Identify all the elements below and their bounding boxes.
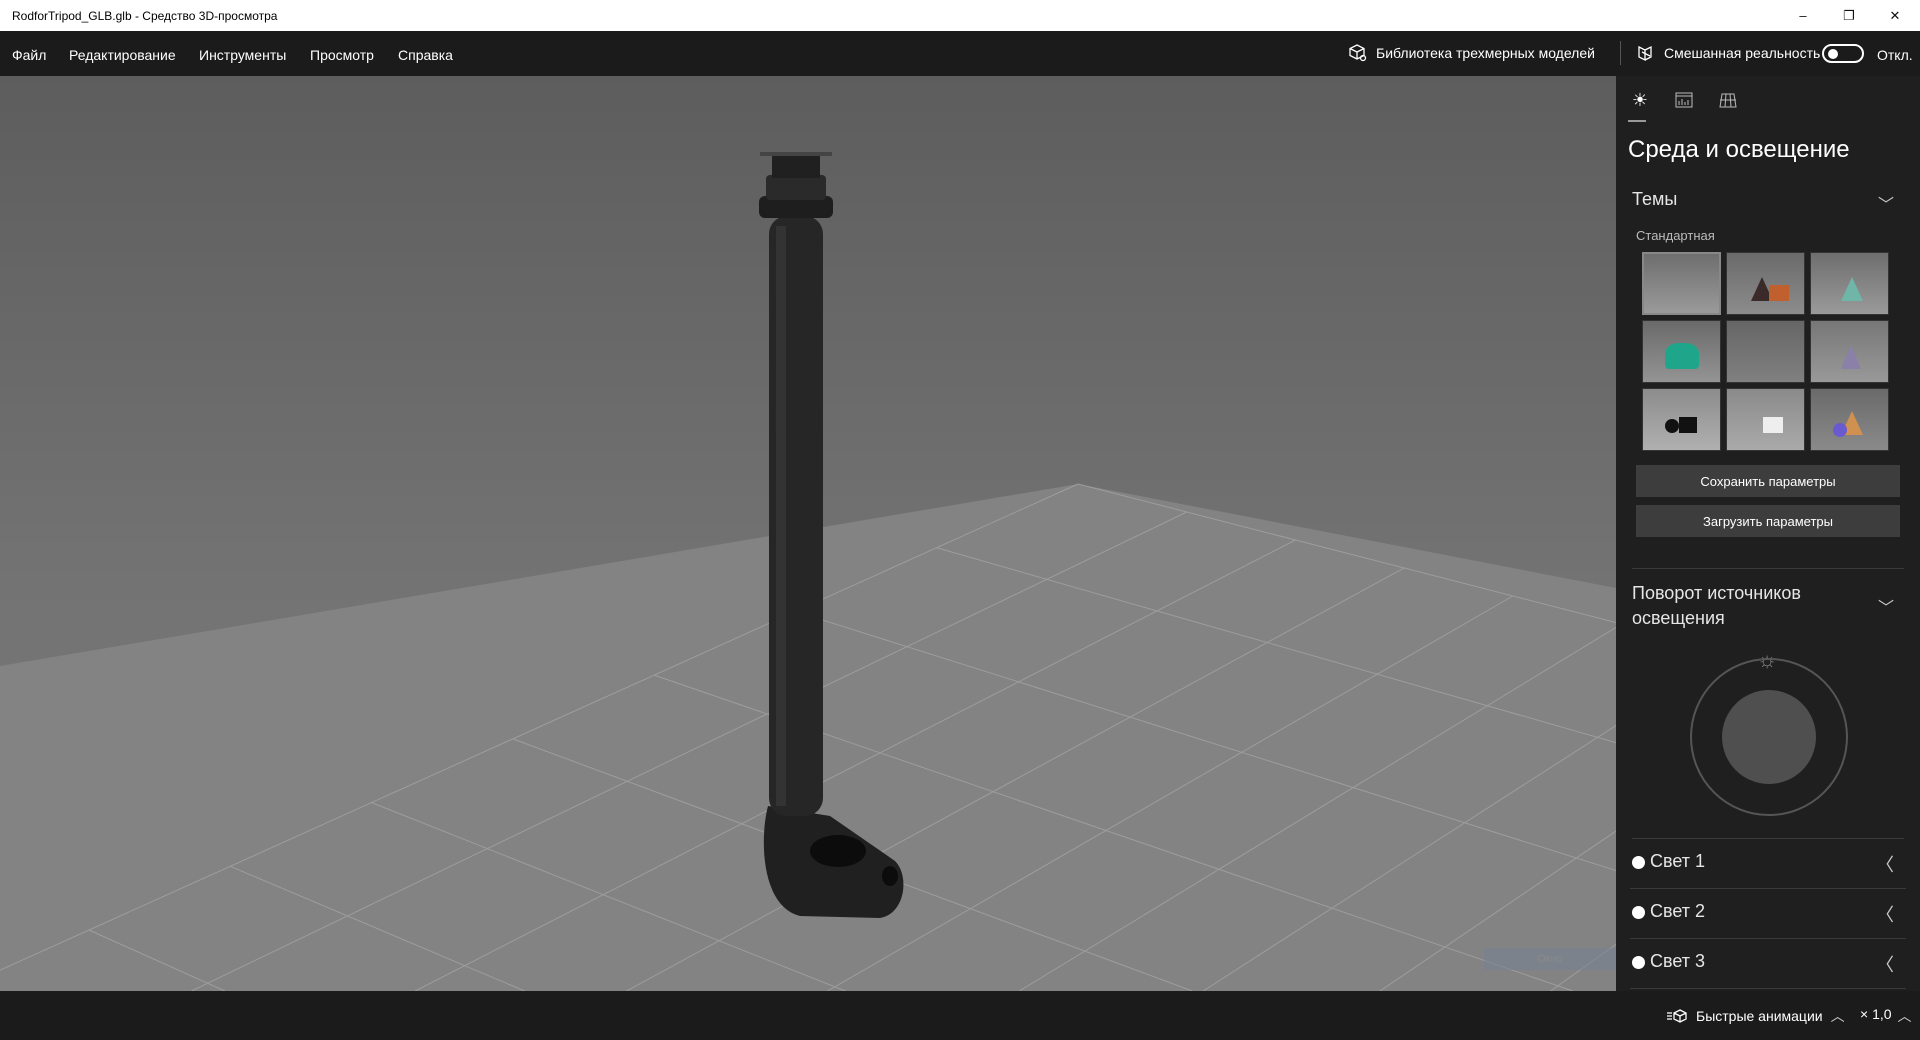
grid-icon (1719, 93, 1737, 108)
theme-thumb-8[interactable] (1726, 388, 1805, 451)
mixed-reality-button[interactable]: Смешанная реальность (1636, 43, 1820, 63)
theme-thumb-5[interactable] (1726, 320, 1805, 383)
light-label: Свет 1 (1650, 851, 1706, 871)
window-title: RodforTripod_GLB.glb - Средство 3D-просм… (12, 9, 278, 23)
load-settings-button[interactable]: Загрузить параметры (1636, 505, 1900, 537)
menu-view[interactable]: Просмотр (310, 47, 374, 63)
theme-thumb-3[interactable] (1810, 252, 1889, 315)
scene (0, 152, 1616, 991)
menu-bar: Файл Редактирование Инструменты Просмотр… (0, 31, 1920, 76)
close-button[interactable]: ✕ (1872, 0, 1918, 31)
mixed-reality-toggle[interactable] (1822, 44, 1864, 63)
active-tab-indicator (1628, 120, 1646, 122)
tab-stats[interactable] (1672, 88, 1696, 112)
chevron-left-icon: 〈 (1876, 905, 1894, 925)
tooltip-text: Окно (1537, 953, 1563, 965)
theme-group-label: Стандартная (1636, 228, 1715, 243)
theme-thumb-2[interactable] (1726, 252, 1805, 315)
divider (1620, 41, 1621, 65)
panel-title: Среда и освещение (1628, 136, 1850, 163)
chevron-left-icon: 〈 (1876, 855, 1894, 875)
light-color-dot[interactable] (1632, 856, 1645, 869)
animation-cube-icon (1667, 1009, 1687, 1023)
tab-environment[interactable]: ☀ (1628, 88, 1652, 112)
light-color-dot[interactable] (1632, 906, 1645, 919)
chevron-down-icon: ﹀ (1877, 197, 1894, 214)
title-bar: RodforTripod_GLB.glb - Средство 3D-просм… (0, 0, 1920, 31)
light-1-row[interactable]: Свет 1 〈 (1630, 839, 1906, 889)
theme-thumb-6[interactable] (1810, 320, 1889, 383)
speed-button[interactable]: × 1,0 ︿ (1860, 1006, 1912, 1026)
light-2-row[interactable]: Свет 2 〈 (1630, 889, 1906, 939)
stats-icon (1675, 92, 1693, 108)
light-label: Свет 2 (1650, 901, 1706, 921)
restore-button[interactable]: ❐ (1826, 0, 1872, 31)
chevron-up-icon: ︿ (1830, 1008, 1845, 1024)
3d-library-label: Библиотека трехмерных моделей (1376, 45, 1595, 61)
theme-thumb-7[interactable] (1642, 388, 1721, 451)
toggle-state: Откл. (1877, 47, 1913, 63)
themes-label: Темы (1632, 189, 1678, 209)
light-rotation-label: Поворот источников освещения (1632, 583, 1801, 628)
3d-library-button[interactable]: Библиотека трехмерных моделей (1348, 43, 1595, 63)
speed-label: × 1,0 (1860, 1006, 1892, 1022)
chevron-up-icon: ︿ (1897, 1008, 1912, 1024)
3d-viewport[interactable]: Окно (0, 76, 1616, 991)
menu-help[interactable]: Справка (398, 47, 453, 63)
animations-button[interactable]: Быстрые анимации ︿ (1666, 1006, 1845, 1026)
animations-label: Быстрые анимации (1696, 1008, 1823, 1024)
menu-file[interactable]: Файл (12, 47, 46, 63)
menu-edit[interactable]: Редактирование (69, 47, 176, 63)
bottom-bar: Быстрые анимации ︿ × 1,0 ︿ (0, 991, 1920, 1040)
tab-grid[interactable] (1716, 88, 1740, 112)
cube-search-icon (1349, 44, 1367, 62)
theme-thumb-1[interactable] (1642, 252, 1721, 315)
light-3-row[interactable]: Свет 3 〈 (1630, 939, 1906, 989)
light-sphere (1722, 690, 1816, 784)
theme-thumb-4[interactable] (1642, 320, 1721, 383)
mixed-reality-label: Смешанная реальность (1664, 45, 1821, 61)
chevron-down-icon: ﹀ (1877, 600, 1894, 617)
light-label: Свет 3 (1650, 951, 1706, 971)
save-settings-button[interactable]: Сохранить параметры (1636, 465, 1900, 497)
theme-thumb-9[interactable] (1810, 388, 1889, 451)
environment-panel: ☀ Среда и освещение Темы ﹀ Стандартная С… (1616, 76, 1920, 991)
mixed-reality-icon (1638, 45, 1652, 62)
minimize-button[interactable]: – (1780, 0, 1826, 31)
sun-icon: ☀ (1631, 89, 1649, 110)
menu-tools[interactable]: Инструменты (199, 47, 286, 63)
light-color-dot[interactable] (1632, 956, 1645, 969)
tooltip: Окно (1484, 948, 1616, 970)
divider (1632, 568, 1904, 569)
chevron-left-icon: 〈 (1876, 955, 1894, 975)
